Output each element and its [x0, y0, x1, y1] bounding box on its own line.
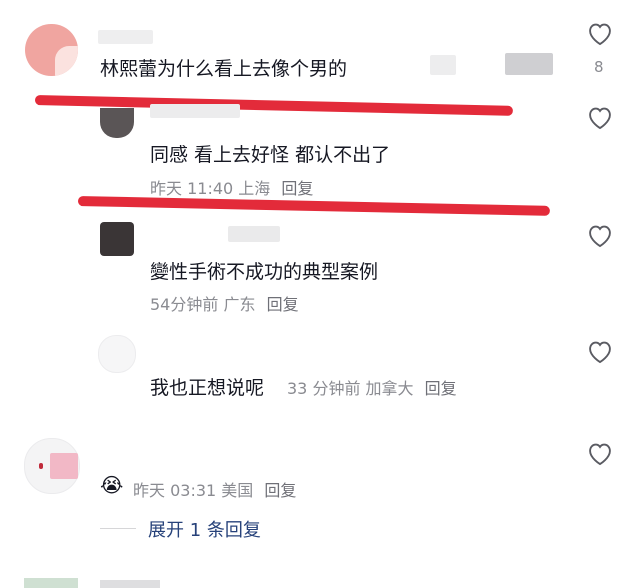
like-heart-icon[interactable] — [586, 338, 614, 364]
redacted-block — [505, 53, 553, 75]
comment-meta: 54分钟前 广东 回复 — [150, 291, 299, 315]
comment-text: 同感 看上去好怪 都认不出了 — [150, 144, 391, 166]
redacted-block — [430, 55, 456, 75]
timestamp: 54分钟前 — [150, 295, 219, 314]
username-redacted[interactable] — [228, 226, 280, 242]
like-heart-icon[interactable] — [586, 104, 614, 130]
comment-meta: 昨天 11:40 上海 回复 — [150, 175, 313, 199]
comment-meta: 33 分钟前 加拿大 回复 — [287, 375, 457, 399]
like-heart-icon[interactable] — [586, 440, 614, 466]
reply-link[interactable]: 回复 — [425, 379, 457, 398]
next-comment-avatar-partial — [24, 578, 78, 588]
expand-replies-button[interactable]: 展开 1 条回复 — [148, 516, 261, 542]
username-redacted[interactable] — [50, 453, 78, 479]
avatar[interactable] — [25, 24, 78, 76]
username-redacted[interactable] — [98, 30, 153, 44]
like-count: 8 — [594, 58, 604, 76]
like-heart-icon[interactable] — [586, 222, 614, 248]
red-annotation-line — [77, 196, 551, 216]
like-heart-icon[interactable] — [586, 20, 614, 46]
comment-meta: 昨天 03:31 美国 回复 — [133, 477, 296, 501]
location: 美国 — [221, 481, 254, 500]
username-redacted[interactable] — [150, 104, 240, 118]
reply-link[interactable]: 回复 — [281, 179, 313, 198]
comment-text: 我也正想说呢 — [150, 377, 265, 399]
reply-link[interactable]: 回复 — [264, 481, 296, 500]
timestamp: 33 分钟前 — [287, 379, 361, 398]
avatar[interactable] — [100, 222, 134, 256]
expand-divider — [100, 528, 136, 529]
avatar[interactable] — [100, 108, 134, 138]
location: 加拿大 — [365, 379, 414, 398]
reply-link[interactable]: 回复 — [267, 295, 299, 314]
comment-text: 變性手術不成功的典型案例 — [150, 261, 379, 283]
timestamp: 昨天 11:40 — [150, 179, 234, 198]
next-comment-username-partial — [100, 580, 160, 588]
avatar[interactable] — [98, 335, 136, 373]
timestamp: 昨天 03:31 — [133, 481, 217, 500]
crying-emoji-icon: 😭 — [100, 473, 124, 497]
location: 上海 — [238, 179, 271, 198]
location: 广东 — [223, 295, 256, 314]
comment-text: 林熙蕾为什么看上去像个男的 — [100, 58, 348, 80]
